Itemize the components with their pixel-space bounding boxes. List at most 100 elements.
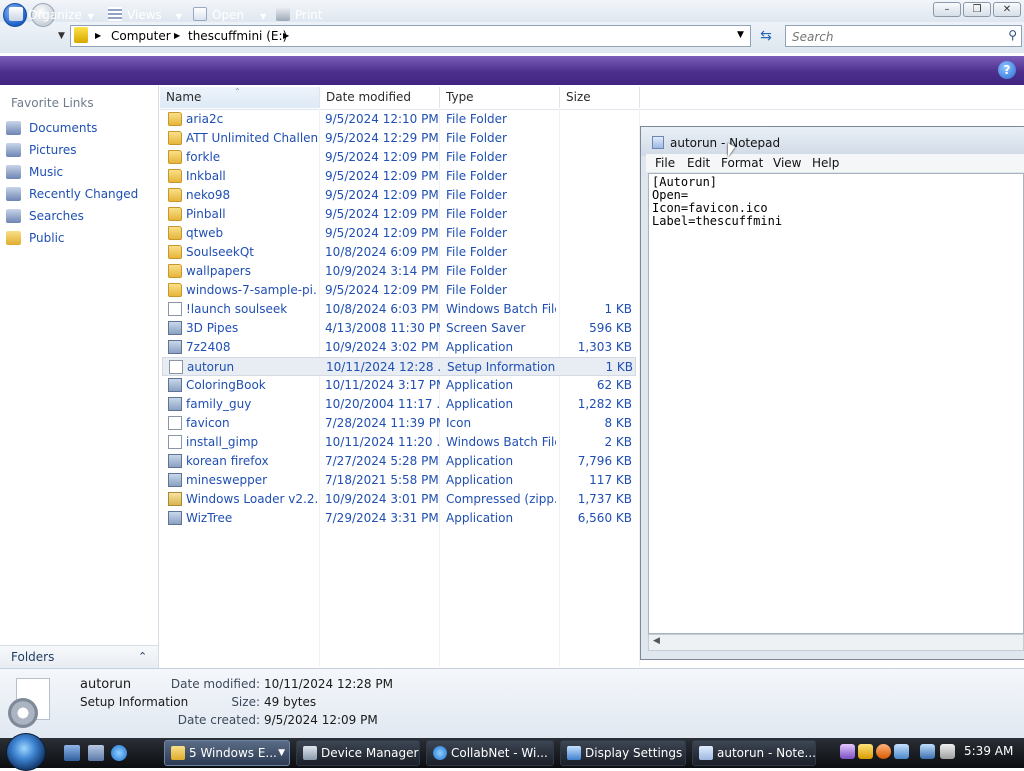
file-row[interactable]: WizTree 7/29/2024 3:31 PM Application 6,560… [162, 509, 636, 528]
file-type: File Folder [446, 112, 507, 126]
security-shield-icon[interactable] [858, 744, 873, 759]
searches-icon [6, 209, 21, 223]
refresh-icon[interactable]: ⇆ [755, 25, 777, 47]
breadcrumb-computer[interactable]: Computer [111, 29, 171, 43]
breadcrumb-separator-icon[interactable]: ▶ [283, 31, 289, 40]
file-name: !launch soulseek [186, 302, 288, 316]
file-name: wallpapers [186, 264, 251, 278]
favorite-searches[interactable]: Searches [6, 206, 156, 226]
switch-windows-icon[interactable] [88, 745, 104, 761]
menu-view[interactable]: View [773, 155, 801, 171]
network-icon[interactable] [920, 744, 935, 759]
address-bar[interactable]: ▶ Computer ▶ thescuffmini (E:) ▶ ▼ [70, 25, 751, 47]
file-row[interactable]: 3D Pipes 4/13/2008 11:30 PM Screen Saver 59… [162, 319, 636, 338]
taskbar-display-settings[interactable]: Display Settings [560, 740, 686, 766]
file-row[interactable]: SoulseekQt 10/8/2024 6:09 PM File Folder [162, 243, 636, 262]
file-row[interactable]: !launch soulseek 10/8/2024 6:03 PM Windows… [162, 300, 636, 319]
internet-explorer-icon[interactable] [111, 745, 127, 761]
start-button[interactable] [6, 733, 46, 771]
column-size[interactable]: Size [560, 87, 640, 108]
folder-icon [168, 283, 182, 297]
taskbar-notepad[interactable]: autorun - Note... [692, 740, 816, 766]
column-type[interactable]: Type [440, 87, 560, 108]
file-row[interactable]: korean firefox 7/27/2024 5:28 PM Applicati… [162, 452, 636, 471]
file-type: File Folder [446, 150, 507, 164]
favorite-recently-changed[interactable]: Recently Changed [6, 184, 156, 204]
taskbar-device-manager[interactable]: Device Manager [296, 740, 420, 766]
show-desktop-icon[interactable] [64, 745, 80, 761]
file-row[interactable]: Pinball 9/5/2024 12:09 PM File Folder [162, 205, 636, 224]
folders-toggle[interactable]: Folders ⌃ [0, 645, 158, 668]
menu-file[interactable]: File [655, 155, 675, 171]
file-row[interactable]: wallpapers 10/9/2024 3:14 PM File Folder [162, 262, 636, 281]
file-name: forkle [186, 150, 221, 164]
details-size-value: 49 bytes [264, 695, 317, 709]
file-row[interactable]: mineswepper 7/18/2021 5:58 PM Application 1… [162, 471, 636, 490]
zip-archive-icon [168, 492, 182, 506]
search-icon[interactable]: ⚲ [1008, 28, 1017, 42]
file-row[interactable]: 7z2408 10/9/2024 3:02 PM Application 1,303 … [162, 338, 636, 357]
favorite-documents[interactable]: Documents [6, 118, 156, 138]
details-file-name: autorun [80, 677, 132, 692]
breadcrumb-separator-icon[interactable]: ▶ [174, 31, 180, 40]
column-name[interactable]: Name ⌃ [160, 87, 320, 108]
file-row[interactable]: ColoringBook 10/11/2024 3:17 PM Applicatio… [162, 376, 636, 395]
file-row[interactable]: neko98 9/5/2024 12:09 PM File Folder [162, 186, 636, 205]
print-label: Print [295, 8, 323, 22]
folder-icon [168, 226, 182, 240]
print-button[interactable]: Print [276, 6, 323, 24]
notepad-icon [652, 136, 664, 149]
tray-app-icon[interactable] [840, 744, 855, 759]
file-type: File Folder [446, 188, 507, 202]
file-row[interactable]: install_gimp 10/11/2024 11:20 ... Windows … [162, 433, 636, 452]
file-row[interactable]: windows-7-sample-pi... 9/5/2024 12:09 PM F… [162, 281, 636, 300]
organize-button[interactable]: Organize ▼ [9, 6, 94, 24]
file-row[interactable]: Windows Loader v2.2.2 10/9/2024 3:01 PM Co… [162, 490, 636, 509]
tray-update-icon[interactable] [876, 744, 891, 759]
favorite-public[interactable]: Public [6, 228, 156, 248]
application-icon [168, 340, 182, 354]
favorite-music[interactable]: Music [6, 162, 156, 182]
breadcrumb-separator-icon[interactable]: ▶ [95, 31, 101, 40]
open-icon [193, 7, 207, 21]
maximize-button[interactable]: ❐ [963, 2, 991, 17]
file-row[interactable]: autorun 10/11/2024 12:28 ... Setup Informa… [162, 357, 636, 376]
notepad-text-area[interactable]: [Autorun] Open= Icon=favicon.ico Label=t… [648, 173, 1024, 634]
file-row[interactable]: Inkball 9/5/2024 12:09 PM File Folder [162, 167, 636, 186]
views-button[interactable]: Views ▼ [108, 6, 182, 24]
details-modified-value: 10/11/2024 12:28 PM [264, 677, 393, 691]
notepad-icon [699, 746, 713, 760]
column-date-modified[interactable]: Date modified [320, 87, 440, 108]
clock[interactable]: 5:39 AM [964, 744, 1013, 758]
file-row[interactable]: ATT Unlimited Challen... 9/5/2024 12:29 P… [162, 129, 636, 148]
recent-pages-dropdown[interactable]: ▼ [58, 31, 65, 41]
breadcrumb-drive[interactable]: thescuffmini (E:) [188, 29, 287, 43]
help-icon[interactable]: ? [998, 61, 1016, 79]
file-date: 9/5/2024 12:09 PM [325, 207, 439, 221]
file-row[interactable]: aria2c 9/5/2024 12:10 PM File Folder [162, 110, 636, 129]
file-size: 62 KB [596, 378, 632, 392]
menu-edit[interactable]: Edit [687, 155, 710, 171]
horizontal-scrollbar[interactable]: ◀ [648, 634, 1024, 651]
file-row[interactable]: family_guy 10/20/2004 11:17 ... Applicatio… [162, 395, 636, 414]
tray-device-icon[interactable] [894, 744, 909, 759]
file-name: ColoringBook [186, 378, 266, 392]
file-name: qtweb [186, 226, 224, 240]
file-row[interactable]: forkle 9/5/2024 12:09 PM File Folder [162, 148, 636, 167]
file-date: 4/13/2008 11:30 PM [325, 321, 440, 335]
minimize-button[interactable]: – [933, 2, 961, 17]
taskbar-collabnet[interactable]: CollabNet - Wi... [426, 740, 554, 766]
favorite-pictures[interactable]: Pictures [6, 140, 156, 160]
file-row[interactable]: qtweb 9/5/2024 12:09 PM File Folder [162, 224, 636, 243]
close-button[interactable]: ✕ [993, 2, 1021, 17]
file-row[interactable]: favicon 7/28/2024 11:39 PM Icon 8 KB [162, 414, 636, 433]
menu-help[interactable]: Help [812, 155, 839, 171]
search-input[interactable] [790, 27, 999, 47]
taskbar-windows-explorer[interactable]: 5 Windows E... ▼ [164, 740, 290, 766]
open-button[interactable]: Open ▼ [193, 6, 266, 24]
header-empty-area [640, 87, 1024, 110]
scroll-left-icon[interactable]: ◀ [653, 636, 660, 646]
menu-format[interactable]: Format [721, 155, 763, 171]
volume-muted-icon[interactable] [940, 744, 955, 759]
address-dropdown-icon[interactable]: ▼ [737, 30, 744, 40]
